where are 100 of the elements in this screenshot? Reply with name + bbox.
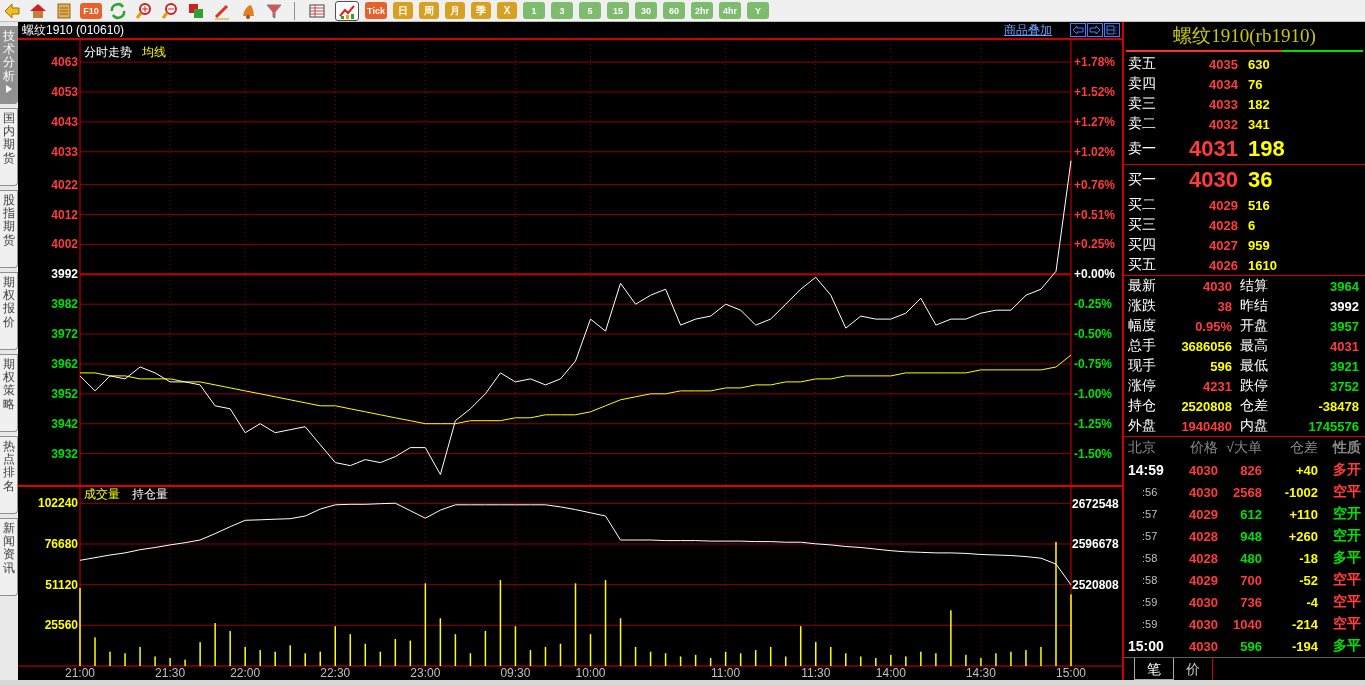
stat-label: 现手	[1128, 357, 1157, 375]
period-button[interactable]: 周	[419, 2, 439, 19]
volume-bar	[679, 656, 682, 666]
legend-label: 均线	[142, 45, 166, 59]
trade-time: :58	[1141, 552, 1159, 564]
trade-time: :56	[1141, 486, 1159, 498]
side-tab[interactable]: 期权报价	[0, 272, 18, 350]
stat-value: -38478	[1317, 398, 1359, 414]
volume-bar	[484, 631, 487, 666]
period-button[interactable]: 15	[607, 2, 629, 19]
stat-label: 外盘	[1128, 417, 1157, 435]
line-chart-icon[interactable]	[335, 0, 359, 21]
trade-volume: 2568	[1232, 484, 1262, 500]
trade-oi-change: -214	[1290, 616, 1318, 632]
period-button[interactable]: X	[497, 2, 517, 19]
left-arrow-icon[interactable]	[1070, 23, 1086, 37]
volume-bar	[364, 643, 367, 666]
stat-value: 4030	[1202, 278, 1232, 294]
order-level-label: 卖一	[1128, 140, 1157, 158]
side-tab[interactable]: 新闻资讯	[0, 518, 18, 596]
side-tab[interactable]: 国内期货	[0, 108, 18, 186]
period-button[interactable]: 60	[663, 2, 685, 19]
order-volume: 6	[1247, 217, 1257, 233]
bottom-tab[interactable]: 笔	[1134, 658, 1174, 680]
legend-label: 分时走势	[84, 45, 132, 59]
stat-value: 2520808	[1180, 398, 1232, 414]
trade-oi-change: +110	[1288, 506, 1318, 522]
volume-bar	[439, 618, 442, 666]
volume-axis-label: 102240	[37, 496, 78, 511]
price-axis-label: 3992	[51, 267, 78, 282]
period-button[interactable]: 季	[471, 2, 491, 19]
volume-bar	[514, 626, 517, 666]
stat-label: 涨停	[1128, 377, 1157, 395]
period-button[interactable]: 月	[445, 2, 465, 19]
open-interest-axis-label: 2520808	[1072, 578, 1119, 592]
stat-value: 4031	[1329, 338, 1359, 354]
side-tab[interactable]: 期权策略	[0, 354, 18, 432]
volume-bar	[454, 634, 457, 666]
trade-price: 4029	[1188, 572, 1218, 588]
stat-value: 0.95%	[1194, 318, 1232, 334]
period-button[interactable]: 3	[551, 2, 573, 19]
stat-value: 3992	[1329, 298, 1359, 314]
order-level-label: 卖五	[1128, 55, 1157, 73]
time-axis-label: 21:30	[155, 666, 186, 680]
stat-label: 内盘	[1239, 417, 1269, 435]
price-axis-label: 3982	[51, 297, 78, 312]
period-button[interactable]: Y	[747, 2, 769, 19]
period-button[interactable]: 2hr	[691, 2, 713, 19]
period-button[interactable]: 日	[393, 2, 413, 19]
period-button[interactable]: 5	[579, 2, 601, 19]
percent-axis-label: +1.52%	[1074, 85, 1116, 99]
volume-bar	[784, 656, 787, 666]
period-button[interactable]: 4hr	[719, 2, 741, 19]
stat-value: 3957	[1329, 318, 1359, 334]
order-level-label: 买四	[1128, 236, 1157, 254]
trade-nature: 多平	[1332, 637, 1361, 655]
legend-label: 持仓量	[132, 487, 168, 501]
trade-time: :59	[1141, 618, 1159, 630]
order-volume: 959	[1247, 237, 1271, 253]
refresh-icon[interactable]	[108, 0, 128, 21]
side-tab[interactable]: 热点排名	[0, 436, 18, 514]
volume-bar	[394, 638, 397, 666]
order-volume: 630	[1247, 56, 1271, 72]
percent-axis-label: +1.27%	[1074, 114, 1116, 129]
trade-oi-change: -4	[1305, 594, 1318, 610]
f10-button[interactable]: F10	[80, 2, 102, 19]
trade-price: 4028	[1188, 528, 1218, 544]
order-volume: 341	[1247, 116, 1271, 132]
percent-axis-label: +0.25%	[1074, 237, 1116, 252]
trade-oi-change: -52	[1298, 572, 1318, 588]
zoom-in-icon[interactable]	[134, 0, 154, 21]
right-arrow-icon[interactable]	[1087, 23, 1103, 37]
trade-nature: 空开	[1332, 505, 1361, 523]
side-tab[interactable]: 股指期货	[0, 190, 18, 268]
zoom-out-icon[interactable]	[160, 0, 180, 21]
period-button[interactable]: 1	[523, 2, 545, 19]
percent-axis-label: -0.25%	[1074, 297, 1113, 312]
trade-price: 4030	[1188, 462, 1218, 478]
legend-label: 成交量	[84, 487, 120, 501]
period-button[interactable]: 30	[635, 2, 657, 19]
price-axis-label: 4033	[51, 144, 78, 159]
order-level-label: 买五	[1128, 256, 1157, 274]
order-level-label: 卖二	[1128, 115, 1157, 133]
stat-value: 38	[1216, 298, 1232, 314]
order-price: 4028	[1208, 217, 1238, 233]
stat-value: 596	[1209, 358, 1232, 374]
side-tab[interactable]: 技术分析	[0, 26, 18, 104]
stat-label: 最低	[1239, 357, 1269, 375]
price-axis-label: 3952	[51, 386, 78, 401]
trade-price: 4030	[1188, 638, 1218, 654]
order-price: 4030	[1188, 167, 1238, 193]
order-price: 4031	[1188, 136, 1238, 162]
overlay-link[interactable]: 商品叠加	[1004, 21, 1052, 39]
layout-icon[interactable]	[1104, 23, 1120, 37]
order-price: 4035	[1208, 56, 1238, 72]
notepad-icon[interactable]	[54, 0, 74, 21]
open-interest-axis-label: 2596678	[1072, 537, 1119, 552]
percent-axis-label: +1.78%	[1074, 55, 1116, 70]
period-button[interactable]: Tick	[365, 2, 387, 19]
stat-value: 3964	[1329, 278, 1359, 294]
